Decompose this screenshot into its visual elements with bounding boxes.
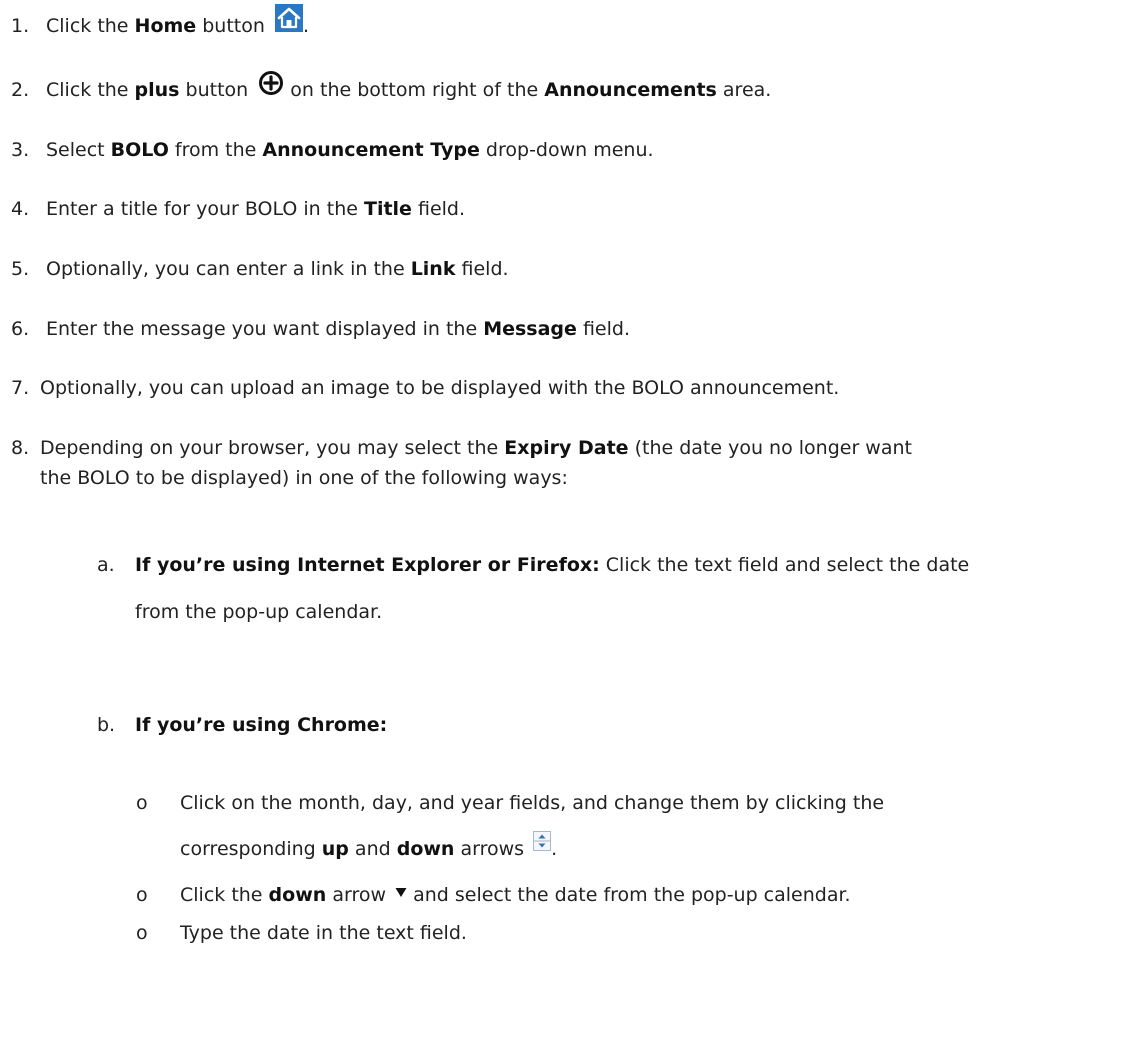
step-number: 1. [11, 15, 30, 37]
home-label: Home [134, 15, 197, 37]
bullet-text: and [348, 838, 397, 860]
message-label: Message [483, 318, 577, 340]
expiry-date-label: Expiry Date [504, 437, 629, 459]
step-text: area. [716, 79, 772, 101]
step-text: field. [411, 198, 466, 220]
bolo-label: BOLO [110, 139, 169, 161]
up-down-arrows-icon [533, 831, 552, 858]
step-text: Select [46, 139, 111, 161]
step-text: field. [576, 318, 630, 340]
step-number: 8. [11, 437, 30, 459]
step-number: 2. [11, 79, 30, 101]
step-8-continued: the BOLO to be displayed) in one of the … [40, 467, 568, 489]
bullet-text: Click the [180, 884, 269, 906]
down-label: down [268, 884, 327, 906]
announcements-label: Announcements [544, 79, 717, 101]
down-arrow-icon [395, 879, 407, 905]
step-number: 6. [11, 318, 30, 340]
step-text: Enter a title for your BOLO in the [46, 198, 364, 220]
ie-firefox-label: If you’re using Internet Explorer or Fir… [135, 554, 600, 576]
step-text: Depending on your browser, you may selec… [40, 437, 505, 459]
plus-circle-icon [258, 70, 284, 103]
bullet-text: . [551, 838, 558, 860]
link-label: Link [410, 258, 456, 280]
down-label: down [396, 838, 455, 860]
step-text: Enter the message you want displayed in … [46, 318, 484, 340]
step-text: . [302, 15, 309, 37]
up-label: up [321, 838, 349, 860]
step-text: (the date you no longer want [628, 437, 912, 459]
step-text: Optionally, you can enter a link in the [46, 258, 411, 280]
bullet-marker: o [136, 792, 148, 814]
home-icon [274, 4, 303, 39]
bullet-1-continued: corresponding up and down arrows . [180, 831, 558, 862]
step-text: button [179, 79, 249, 101]
step-text: drop-down menu. [479, 139, 654, 161]
bullet-text: and select the date from the pop-up cale… [407, 884, 851, 906]
announcement-type-label: Announcement Type [262, 139, 480, 161]
step-number: 7. [11, 377, 30, 399]
bullet-marker: o [136, 884, 148, 906]
sub-item-text: Click the text field and select the date [599, 554, 970, 576]
title-label: Title [363, 198, 412, 220]
bullet-marker: o [136, 922, 148, 944]
sub-item-a-continued: from the pop-up calendar. [135, 601, 383, 623]
sub-item-letter: b. [97, 714, 116, 736]
step-number: 4. [11, 198, 30, 220]
bullet-text: corresponding [180, 838, 322, 860]
step-number: 3. [11, 139, 30, 161]
step-number: 5. [11, 258, 30, 280]
sub-item-letter: a. [97, 554, 115, 576]
bullet-text: arrows [454, 838, 525, 860]
step-text: field. [455, 258, 509, 280]
step-text: on the bottom right of the [284, 79, 545, 101]
bullet-text: arrow [326, 884, 386, 906]
chrome-label: If you’re using Chrome: [135, 714, 388, 736]
step-text: button [196, 15, 265, 37]
step-text: Optionally, you can upload an image to b… [40, 377, 840, 399]
plus-label: plus [134, 79, 180, 101]
bullet-text: Type the date in the text field. [180, 922, 467, 944]
bullet-text: Click on the month, day, and year fields… [180, 792, 885, 814]
step-text: Click the [46, 79, 135, 101]
step-text: from the [168, 139, 263, 161]
step-text: Click the [46, 15, 135, 37]
